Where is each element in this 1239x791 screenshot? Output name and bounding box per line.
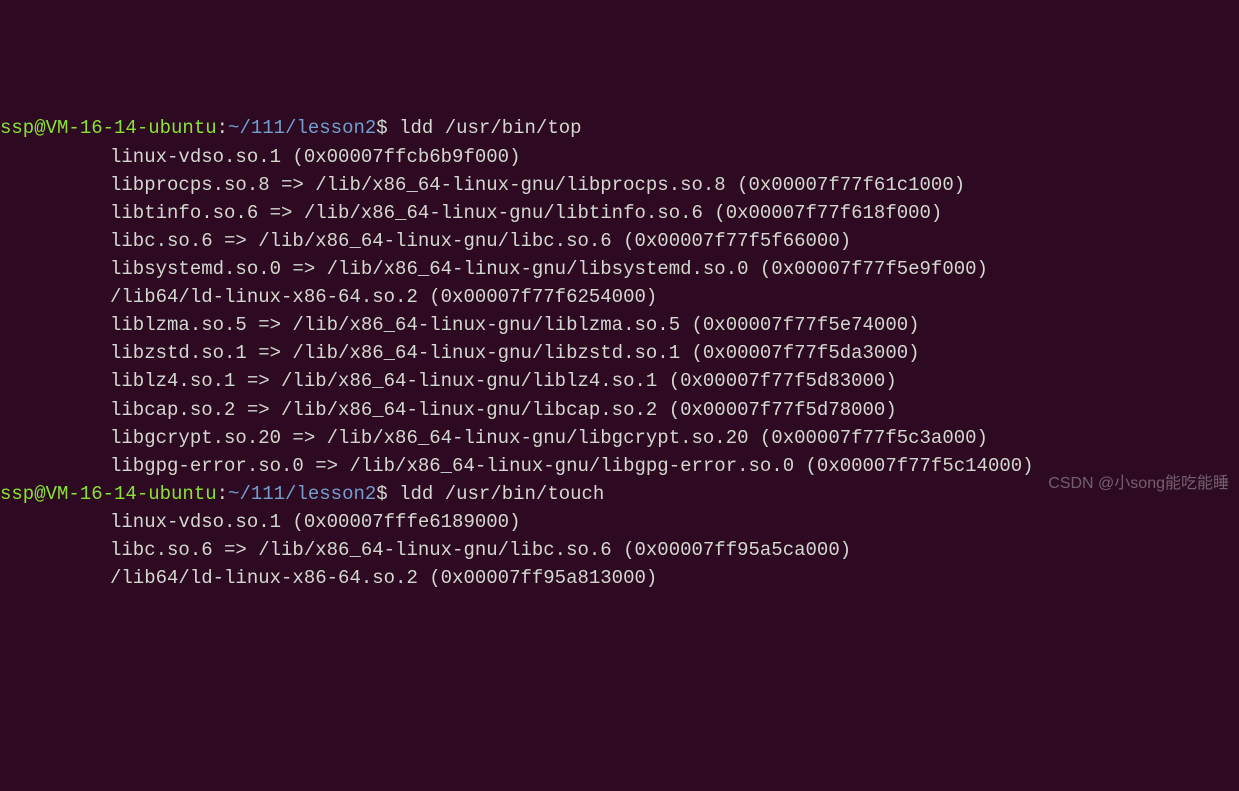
output-line: libzstd.so.1 => /lib/x86_64-linux-gnu/li… [0, 339, 1239, 367]
watermark-text: CSDN @小song能吃能睡 [1048, 472, 1229, 496]
output-line: libtinfo.so.6 => /lib/x86_64-linux-gnu/l… [0, 199, 1239, 227]
command-text: ldd /usr/bin/top [399, 117, 581, 139]
output-line: libgcrypt.so.20 => /lib/x86_64-linux-gnu… [0, 424, 1239, 452]
output-line: liblzma.so.5 => /lib/x86_64-linux-gnu/li… [0, 311, 1239, 339]
terminal-output[interactable]: ssp@VM-16-14-ubuntu:~/111/lesson2$ ldd /… [0, 112, 1239, 594]
output-line: linux-vdso.so.1 (0x00007ffcb6b9f000) [0, 143, 1239, 171]
output-line: libc.so.6 => /lib/x86_64-linux-gnu/libc.… [0, 227, 1239, 255]
output-line: libcap.so.2 => /lib/x86_64-linux-gnu/lib… [0, 396, 1239, 424]
output-line: libprocps.so.8 => /lib/x86_64-linux-gnu/… [0, 171, 1239, 199]
output-line: libsystemd.so.0 => /lib/x86_64-linux-gnu… [0, 255, 1239, 283]
output-line: liblz4.so.1 => /lib/x86_64-linux-gnu/lib… [0, 367, 1239, 395]
output-line: /lib64/ld-linux-x86-64.so.2 (0x00007f77f… [0, 283, 1239, 311]
output-line: /lib64/ld-linux-x86-64.so.2 (0x00007ff95… [0, 564, 1239, 592]
prompt-sep1: : [217, 117, 228, 139]
prompt-line-1: ssp@VM-16-14-ubuntu:~/111/lesson2$ ldd /… [0, 114, 1239, 142]
prompt-path: ~/111/lesson2 [228, 117, 376, 139]
output-line: libc.so.6 => /lib/x86_64-linux-gnu/libc.… [0, 536, 1239, 564]
output-line: linux-vdso.so.1 (0x00007fffe6189000) [0, 508, 1239, 536]
prompt-sep2: $ [376, 117, 399, 139]
prompt-userhost: ssp@VM-16-14-ubuntu [0, 117, 217, 139]
